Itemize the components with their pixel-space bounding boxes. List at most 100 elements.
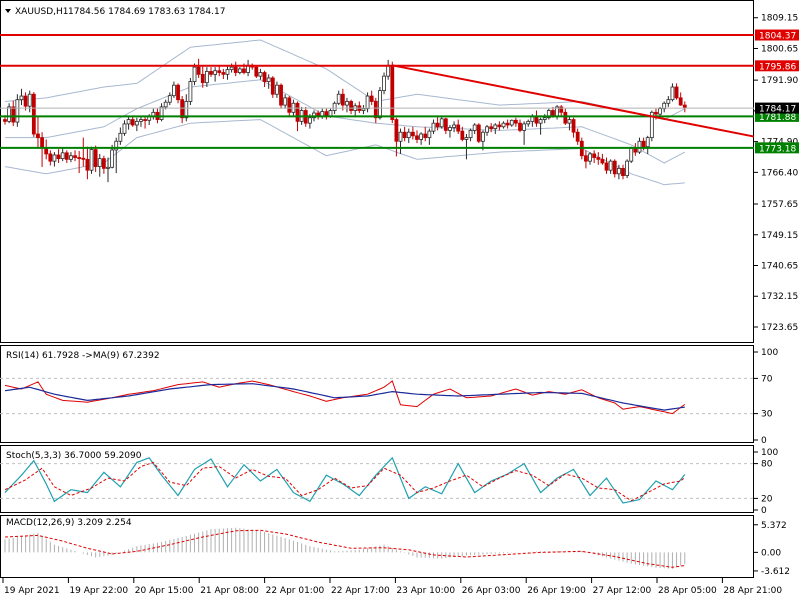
candle-body bbox=[279, 84, 283, 106]
candle-body bbox=[345, 101, 349, 106]
candle-body bbox=[604, 162, 609, 171]
candle-body bbox=[97, 158, 102, 167]
stochastic-tick-label: 100 bbox=[761, 448, 778, 458]
candle-body bbox=[233, 66, 238, 73]
time-tick-label: 19 Apr 22:00 bbox=[69, 586, 128, 596]
candle-body bbox=[180, 99, 185, 119]
macd-tick-label: 0.00 bbox=[761, 548, 781, 558]
candle-body bbox=[538, 119, 543, 124]
time-tick-label: 22 Apr 01:00 bbox=[266, 586, 325, 596]
candle-body bbox=[633, 148, 638, 153]
time-tick-label: 28 Apr 21:00 bbox=[723, 586, 782, 596]
candle-body bbox=[200, 73, 205, 84]
candle-body bbox=[464, 137, 469, 140]
candle-body bbox=[307, 117, 312, 124]
candle-body bbox=[167, 95, 172, 103]
candle-body bbox=[106, 166, 110, 169]
candle-body bbox=[143, 119, 147, 121]
candle-body bbox=[584, 155, 588, 162]
candle-body bbox=[283, 97, 288, 106]
candle-body bbox=[266, 77, 271, 82]
resistance-price-label: 1795.86 bbox=[759, 62, 796, 72]
candle-body bbox=[448, 127, 452, 131]
candle-body bbox=[641, 140, 646, 148]
candle-body bbox=[11, 106, 16, 123]
ohlc-label: 1784.56 1784.69 1783.63 1784.17 bbox=[68, 7, 225, 17]
candle-body bbox=[93, 149, 98, 167]
candle-body bbox=[69, 155, 73, 160]
candle-body bbox=[295, 102, 300, 122]
candle-body bbox=[270, 77, 275, 95]
candle-body bbox=[229, 66, 234, 71]
price-tick-label: 1740.65 bbox=[761, 262, 798, 272]
candle-body bbox=[176, 84, 180, 101]
candle-body bbox=[126, 119, 131, 125]
candle-body bbox=[423, 133, 428, 139]
candle-body bbox=[575, 131, 580, 142]
candle-body bbox=[369, 95, 374, 102]
candle-body bbox=[616, 167, 621, 175]
stochastic-title: Stoch(5,3,3) 36.7000 59.2090 bbox=[6, 451, 142, 461]
candle-body bbox=[139, 119, 143, 122]
candle-body bbox=[526, 120, 531, 125]
price-tick-label: 1800.65 bbox=[761, 44, 798, 54]
candle-body bbox=[629, 148, 634, 162]
price-tick-label: 1766.40 bbox=[761, 168, 798, 178]
candle-body bbox=[382, 75, 386, 92]
candle-body bbox=[110, 149, 115, 168]
candle-body bbox=[60, 152, 65, 160]
candle-body bbox=[390, 64, 395, 120]
candle-body bbox=[456, 124, 461, 132]
candle-body bbox=[340, 93, 345, 106]
candle-body bbox=[476, 124, 481, 142]
rsi-tick-label: 100 bbox=[761, 348, 778, 358]
candle-body bbox=[600, 158, 605, 164]
candle-body bbox=[221, 72, 226, 75]
candle-body bbox=[262, 72, 267, 82]
candle-body bbox=[670, 86, 675, 101]
candle-body bbox=[563, 111, 568, 124]
candle-body bbox=[439, 118, 444, 128]
candle-body bbox=[275, 84, 279, 95]
candle-body bbox=[460, 130, 465, 140]
candle-body bbox=[513, 119, 518, 124]
rsi-tick-label: 0 bbox=[761, 436, 767, 446]
candle-body bbox=[130, 119, 135, 126]
candle-body bbox=[320, 111, 325, 117]
candle-body bbox=[287, 97, 292, 113]
candle-body bbox=[402, 131, 407, 139]
candle-body bbox=[666, 99, 671, 104]
candle-body bbox=[15, 99, 20, 123]
price-tick-label: 1723.65 bbox=[761, 323, 798, 333]
candle-body bbox=[172, 84, 176, 97]
candle-body bbox=[497, 124, 502, 128]
price-tick-label: 1791.90 bbox=[761, 76, 798, 86]
candle-body bbox=[336, 93, 341, 104]
candle-body bbox=[406, 131, 411, 139]
candle-body bbox=[23, 95, 28, 107]
candle-body bbox=[645, 137, 650, 148]
candle-body bbox=[134, 120, 139, 126]
candle-body bbox=[567, 119, 572, 124]
candle-body bbox=[196, 66, 201, 75]
candle-body bbox=[254, 66, 259, 77]
candle-body bbox=[64, 152, 69, 160]
candle-body bbox=[225, 69, 230, 75]
candle-body bbox=[419, 133, 424, 140]
rsi-tick-label: 30 bbox=[761, 410, 773, 420]
macd-title: MACD(12,26,9) 3.209 2.254 bbox=[6, 518, 132, 528]
stochastic-tick-label: 20 bbox=[761, 494, 773, 504]
candle-body bbox=[621, 167, 625, 177]
candle-body bbox=[365, 95, 370, 110]
candle-body bbox=[431, 122, 436, 132]
candle-body bbox=[73, 155, 77, 158]
candle-body bbox=[435, 122, 440, 128]
candle-body bbox=[588, 153, 592, 162]
chart-background bbox=[0, 0, 800, 600]
support-price-label: 1773.18 bbox=[759, 144, 796, 154]
candle-body bbox=[658, 108, 662, 115]
candle-body bbox=[159, 106, 164, 120]
rsi-tick-label: 70 bbox=[761, 374, 773, 384]
candle-body bbox=[571, 119, 576, 133]
candle-body bbox=[518, 122, 522, 131]
